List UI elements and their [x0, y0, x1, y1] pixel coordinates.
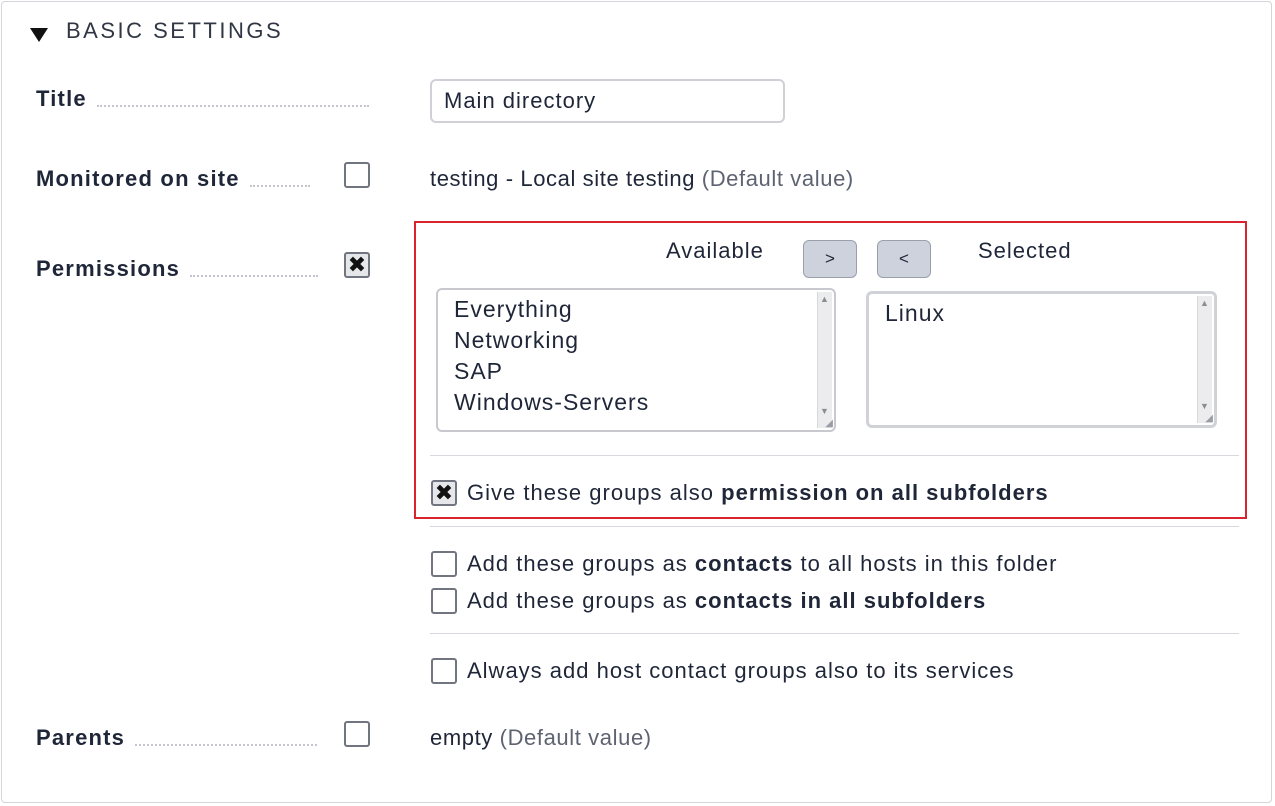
parents-value-text: empty	[430, 725, 493, 750]
option-text: to all hosts in this folder	[793, 551, 1058, 576]
scroll-up-arrow-icon[interactable]: ▲	[820, 294, 829, 304]
parents-override-checkbox[interactable]	[344, 721, 370, 747]
monitored-override-checkbox[interactable]	[344, 162, 370, 188]
scrollbar[interactable]: ▲ ▼	[817, 292, 832, 428]
contacts-subfolders-checkbox[interactable]	[431, 588, 457, 614]
monitored-site-text: testing - Local site testing	[430, 166, 696, 191]
scroll-down-arrow-icon[interactable]: ▼	[820, 406, 829, 416]
list-item[interactable]: Everything	[454, 294, 649, 325]
default-value-note: (Default value)	[701, 166, 854, 191]
parents-label: Parents	[36, 725, 126, 750]
divider	[430, 455, 1239, 456]
resize-grip-icon[interactable]: ◢	[1205, 413, 1213, 424]
checkmark-x-icon: ✖	[347, 252, 367, 277]
list-item[interactable]: SAP	[454, 356, 649, 387]
scroll-up-arrow-icon[interactable]: ▲	[1200, 298, 1209, 308]
option-text: Add these groups as	[467, 551, 695, 576]
label-dots	[249, 184, 310, 187]
permissions-label-row: Permissions	[36, 256, 319, 282]
scroll-down-arrow-icon[interactable]: ▼	[1200, 401, 1209, 411]
collapse-triangle-icon[interactable]	[30, 28, 48, 42]
option-bold-text: contacts in all subfolders	[694, 588, 987, 613]
parents-value: empty (Default value)	[430, 725, 652, 751]
contacts-hosts-checkbox[interactable]	[431, 551, 457, 577]
monitored-label-row: Monitored on site	[36, 166, 310, 192]
title-label-row: Title	[36, 86, 369, 112]
checkmark-x-icon: ✖	[434, 480, 454, 505]
title-label: Title	[36, 86, 87, 111]
option-text: Give these groups also	[467, 480, 722, 505]
services-contacts-checkbox[interactable]	[431, 658, 457, 684]
default-value-note: (Default value)	[499, 725, 652, 750]
permissions-override-checkbox[interactable]: ✖	[344, 252, 370, 278]
available-groups-listbox[interactable]: Everything Networking SAP Windows-Server…	[436, 288, 836, 432]
selected-label: Selected	[978, 238, 1072, 263]
permissions-label: Permissions	[36, 256, 181, 281]
divider	[430, 526, 1239, 527]
title-input[interactable]	[430, 79, 785, 123]
contacts-hosts-label: Add these groups as contacts to all host…	[467, 551, 1057, 577]
list-item[interactable]: Windows-Servers	[454, 387, 649, 418]
section-title: BASIC SETTINGS	[66, 18, 284, 43]
resize-grip-icon[interactable]: ◢	[825, 418, 833, 429]
monitored-label: Monitored on site	[36, 166, 240, 191]
services-contacts-label: Always add host contact groups also to i…	[467, 658, 1015, 683]
section-header[interactable]: BASIC SETTINGS	[30, 16, 283, 46]
divider	[430, 633, 1239, 634]
scrollbar[interactable]: ▲ ▼	[1197, 296, 1212, 423]
add-to-selected-button[interactable]: >	[803, 240, 857, 278]
selected-items: Linux	[885, 298, 945, 329]
available-items: Everything Networking SAP Windows-Server…	[454, 294, 649, 418]
label-dots	[135, 743, 318, 746]
parents-label-row: Parents	[36, 725, 318, 751]
list-item[interactable]: Linux	[885, 298, 945, 329]
remove-from-selected-button[interactable]: <	[877, 240, 931, 278]
label-dots	[190, 274, 319, 277]
option-bold-text: permission on all subfolders	[721, 480, 1049, 505]
list-item[interactable]: Networking	[454, 325, 649, 356]
label-dots	[96, 104, 369, 107]
subfolder-permission-checkbox[interactable]: ✖	[431, 480, 457, 506]
monitored-value: testing - Local site testing (Default va…	[430, 166, 854, 192]
subfolder-permission-label: Give these groups also permission on all…	[467, 480, 1049, 506]
option-bold-text: contacts	[694, 551, 794, 576]
option-text: Add these groups as	[467, 588, 695, 613]
contacts-subfolders-label: Add these groups as contacts in all subf…	[467, 588, 986, 614]
available-label: Available	[666, 238, 764, 263]
selected-groups-listbox[interactable]: Linux ▲ ▼ ◢	[866, 291, 1217, 428]
